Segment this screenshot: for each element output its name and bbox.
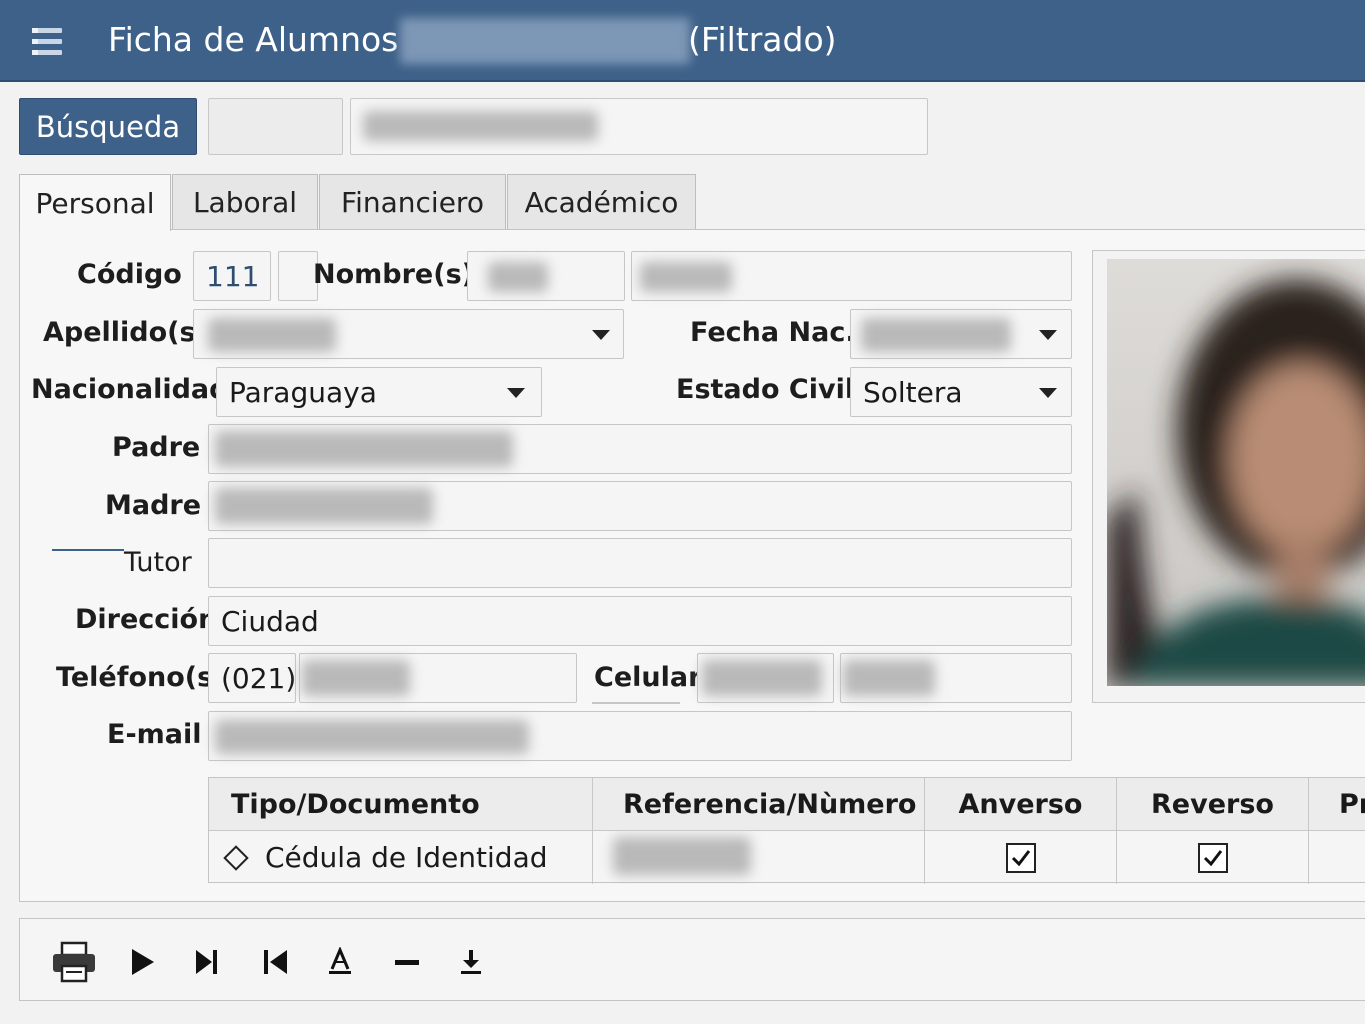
nacionalidad-label: Nacionalidad [31,374,229,405]
search-name-field[interactable] [350,98,928,155]
window-title-filter-status: (Filtrado) [688,20,837,59]
reverso-checkbox[interactable] [1197,842,1228,873]
search-button[interactable]: Búsqueda [19,98,197,155]
email-field[interactable] [208,711,1072,761]
codigo-field[interactable]: 111 [193,251,271,301]
anverso-checkbox[interactable] [1005,842,1036,873]
title-bar: Ficha de Alumnos - (Filtrado) [0,0,1365,82]
apellido-select[interactable] [193,309,624,359]
download-icon[interactable] [447,940,495,984]
check-icon [1203,849,1222,866]
column-header-tipo[interactable]: Tipo/Documento [209,778,593,830]
telefono-label: Teléfono(s) [56,662,226,693]
fecha-nac-select[interactable] [850,309,1072,359]
tutor-underline [52,549,124,551]
estado-civil-label: Estado Civil [676,374,855,405]
reverso-cell[interactable] [1117,830,1309,884]
celular-label: Celular [594,662,702,693]
student-photo-image [1107,259,1365,686]
column-header-pr[interactable]: Pr [1309,778,1365,830]
window-title: Ficha de Alumnos - [108,20,421,59]
first-icon[interactable] [251,940,299,984]
codigo-label: Código [77,259,182,290]
fecha-nac-label: Fecha Nac. [690,317,856,348]
chevron-down-icon [1039,388,1057,398]
nacionalidad-select[interactable]: Paraguaya [216,367,542,417]
edit-icon[interactable] [316,940,364,984]
chevron-down-icon [592,330,610,340]
tutor-field[interactable] [208,538,1072,588]
check-icon [1011,849,1030,866]
celular-number-field[interactable] [840,653,1072,703]
estado-civil-value: Soltera [863,375,963,409]
table-row[interactable]: Cédula de Identidad [209,830,593,884]
menu-icon[interactable] [32,28,62,56]
search-code-field[interactable] [208,98,343,155]
madre-field[interactable] [208,481,1072,531]
column-header-anverso[interactable]: Anverso [925,778,1117,830]
minus-icon[interactable] [383,940,431,984]
nacionalidad-value: Paraguaya [229,375,377,409]
chevron-down-icon [507,388,525,398]
documento-referencia-cell[interactable] [593,830,925,884]
nombre-label: Nombre(s) [313,259,474,290]
celular-prefix-field[interactable] [697,653,834,703]
direccion-field[interactable]: Ciudad [208,596,1072,646]
nombre-second-field[interactable] [631,251,1072,301]
tutor-label: Tutor [124,547,192,578]
apellido-label: Apellido(s) [43,317,208,348]
padre-field[interactable] [208,424,1072,474]
padre-label: Padre [112,432,201,463]
telefono-area-field[interactable]: (021) [208,653,296,703]
diamond-icon [223,844,249,871]
documents-table: Tipo/Documento Referencia/Nùmero Anverso… [208,777,1365,884]
codigo-spacer-field [278,251,318,301]
column-header-referencia[interactable]: Referencia/Nùmero [593,778,925,830]
nombre-field[interactable] [467,251,625,301]
title-redacted-name [400,18,690,64]
estado-civil-select[interactable]: Soltera [850,367,1072,417]
celular-underline [592,702,680,704]
next-end-icon[interactable] [183,940,231,984]
madre-label: Madre [105,490,202,521]
anverso-cell[interactable] [925,830,1117,884]
email-label: E-mail [107,719,202,750]
tab-financiero[interactable]: Financiero [319,174,506,230]
tab-personal[interactable]: Personal [19,174,171,231]
pr-cell[interactable] [1309,830,1365,884]
tab-laboral[interactable]: Laboral [172,174,318,230]
chevron-down-icon [1039,330,1057,340]
column-header-reverso[interactable]: Reverso [1117,778,1309,830]
student-photo[interactable] [1107,259,1365,686]
printer-icon[interactable] [50,940,98,984]
direccion-label: Dirección [75,604,218,635]
tab-academico[interactable]: Académico [507,174,696,230]
telefono-number-field[interactable] [299,653,577,703]
play-icon[interactable] [118,940,166,984]
documento-tipo: Cédula de Identidad [265,841,548,874]
